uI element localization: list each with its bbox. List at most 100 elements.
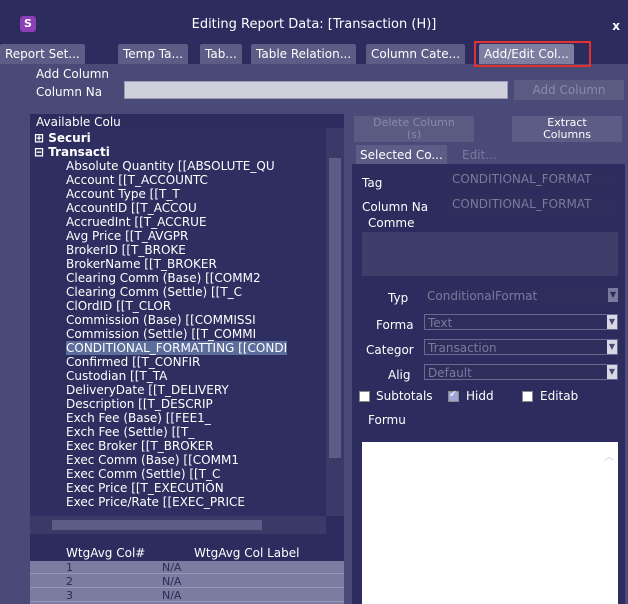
subtotals-checkbox[interactable] [359, 391, 370, 402]
format-label: Forma [376, 318, 414, 332]
delete-columns-label-line2: (s) [406, 128, 422, 141]
tag-field[interactable]: CONDITIONAL_FORMAT [448, 170, 618, 190]
subtotals-label: Subtotals [376, 389, 433, 403]
comment-label: Comme [368, 216, 415, 230]
tree-group-label: Securi [48, 131, 91, 145]
tree-item[interactable]: CONDITIONAL_FORMATTING [[CONDI [66, 341, 288, 355]
hidden-checkbox[interactable] [448, 389, 459, 402]
tab-table-relations[interactable]: Table Relation... [251, 44, 357, 64]
tree-item[interactable]: Exch Fee (Base) [[FEE1_ [66, 411, 211, 425]
type-select[interactable]: ConditionalFormat ▼ [424, 288, 618, 304]
tree-vertical-scrollbar[interactable] [326, 128, 344, 516]
column-name-label: Column Na [36, 85, 103, 99]
wtgavg-cell-num: 1 [66, 561, 73, 574]
table-row[interactable]: 1 N/A [30, 561, 344, 574]
tree-item[interactable]: BrokerName [[T_BROKER [66, 257, 217, 271]
align-label: Alig [388, 368, 411, 382]
tree-horizontal-scroll-thumb[interactable] [52, 520, 262, 530]
type-label: Typ [388, 291, 409, 305]
wtgavg-cell-label: N/A [162, 561, 182, 574]
wtgavg-label-header: WtgAvg Col Label [194, 546, 300, 560]
align-select-value: Default [428, 366, 472, 380]
tab-temp-tables[interactable]: Temp Ta... [118, 44, 188, 64]
title-bar: S Editing Report Data: [Transaction (H)]… [0, 0, 628, 42]
tree-item[interactable]: Avg Price [[T_AVGPR [66, 229, 188, 243]
tree-item[interactable]: Absolute Quantity [[ABSOLUTE_QU [66, 159, 275, 173]
tree-vertical-scroll-thumb[interactable] [329, 158, 341, 458]
category-select-value: Transaction [428, 341, 497, 355]
wtgavg-cell-num: 3 [66, 589, 73, 602]
tree-item[interactable]: Exch Fee (Settle) [[T_ [66, 425, 194, 439]
available-columns-label: Available Colu [36, 115, 121, 129]
tab-edit[interactable]: Edit... [458, 147, 501, 164]
tree-item[interactable]: Commission (Base) [[COMMISSI [66, 313, 256, 327]
tree-item[interactable]: Exec Comm (Settle) [[T_C [66, 467, 220, 481]
editable-label: Editab [540, 389, 579, 403]
tree-item[interactable]: Account Type [[T_T [66, 187, 180, 201]
tab-bar: Report Set... Temp Ta... Tab... Table Re… [0, 42, 628, 64]
add-column-section-label: Add Column [36, 67, 110, 81]
formula-label: Formu [368, 413, 406, 427]
tree-item[interactable]: Clearing Comm (Settle) [[T_C [66, 285, 242, 299]
tree-item[interactable]: ClOrdID [[T_CLOR [66, 299, 171, 313]
tree-item[interactable]: DeliveryDate [[T_DELIVERY [66, 383, 229, 397]
wtgavg-cell-num: 2 [66, 575, 73, 588]
category-label: Categor [366, 343, 414, 357]
tab-selected-column[interactable]: Selected Co... [356, 145, 447, 166]
tree-group-label: Transacti [48, 145, 110, 159]
tree-item[interactable]: Commission (Settle) [[T_COMMI [66, 327, 256, 341]
formula-textarea[interactable]: ︿ [362, 442, 618, 604]
tree-item[interactable]: Description [[T_DESCRIP [66, 397, 213, 411]
extract-columns-label-line2: Columns [543, 128, 591, 141]
tree-item[interactable]: Exec Price [[T_EXECUTION [66, 481, 224, 495]
type-select-value: ConditionalFormat [427, 289, 538, 303]
chevron-down-icon[interactable]: ▼ [607, 365, 617, 379]
chevron-down-icon[interactable]: ▼ [607, 315, 617, 329]
column-name-edit-field[interactable]: CONDITIONAL_FORMAT [448, 195, 618, 215]
chevron-down-icon[interactable]: ▼ [607, 340, 617, 354]
tab-add-edit-columns[interactable]: Add/Edit Col... [479, 44, 574, 64]
available-columns-tree[interactable]: ⊞ Securi ⊟ Transacti Absolute Quantity [… [30, 128, 326, 516]
comment-textarea[interactable] [362, 232, 618, 276]
tree-item[interactable]: Exec Broker [[T_BROKER [66, 439, 214, 453]
tree-item[interactable]: Exec Comm (Base) [[COMM1 [66, 453, 239, 467]
tree-item[interactable]: Custodian [[T_TA [66, 369, 167, 383]
format-select[interactable]: Text ▼ [424, 314, 618, 330]
tree-item[interactable]: Clearing Comm (Base) [[COMM2 [66, 271, 261, 285]
align-select[interactable]: Default ▼ [424, 364, 618, 380]
chevron-up-icon[interactable]: ︿ [604, 448, 614, 463]
tree-item[interactable]: Confirmed [[T_CONFIR [66, 355, 200, 369]
tree-item[interactable]: AccountID [[T_ACCOU [66, 201, 197, 215]
tree-item[interactable]: Exec Price/Rate [[EXEC_PRICE [66, 495, 245, 509]
tab-column-categories[interactable]: Column Cate... [366, 44, 466, 64]
category-select[interactable]: Transaction ▼ [424, 339, 618, 355]
tree-group-transactions[interactable]: ⊟ Transacti [34, 145, 110, 159]
wtgavg-grid[interactable]: 1 N/A 2 N/A 3 N/A [30, 561, 344, 604]
table-row[interactable]: 2 N/A [30, 575, 344, 588]
expand-plus-icon[interactable]: ⊞ [34, 131, 44, 145]
collapse-minus-icon[interactable]: ⊟ [34, 145, 44, 159]
window-title: Editing Report Data: [Transaction (H)] [191, 17, 437, 32]
delete-columns-button[interactable]: Delete Column (s) [354, 116, 474, 142]
hidden-label: Hidd [466, 389, 494, 403]
tag-label: Tag [362, 176, 383, 190]
tree-group-securities[interactable]: ⊞ Securi [34, 131, 91, 145]
wtgavg-cell-label: N/A [162, 589, 182, 602]
table-row[interactable]: 3 N/A [30, 589, 344, 602]
format-select-value: Text [428, 316, 453, 330]
wtgavg-col-header: WtgAvg Col# [66, 546, 146, 560]
extract-columns-button[interactable]: Extract Columns [512, 116, 622, 142]
tree-item[interactable]: AccruedInt [[T_ACCRUE [66, 215, 207, 229]
close-icon[interactable]: x [612, 19, 620, 33]
tree-horizontal-scrollbar[interactable] [30, 516, 326, 534]
add-column-button[interactable]: Add Column [514, 80, 624, 100]
tree-item[interactable]: BrokerID [[T_BROKE [66, 243, 186, 257]
column-name-edit-label: Column Na [362, 200, 429, 214]
tab-tables[interactable]: Tab... [200, 44, 242, 64]
chevron-down-icon[interactable]: ▼ [608, 288, 618, 302]
wtgavg-cell-label: N/A [162, 575, 182, 588]
tree-item[interactable]: Account [[T_ACCOUNTC [66, 173, 208, 187]
editable-checkbox[interactable] [522, 391, 533, 402]
column-name-input[interactable] [124, 81, 508, 99]
tab-report-set[interactable]: Report Set... [0, 44, 85, 64]
